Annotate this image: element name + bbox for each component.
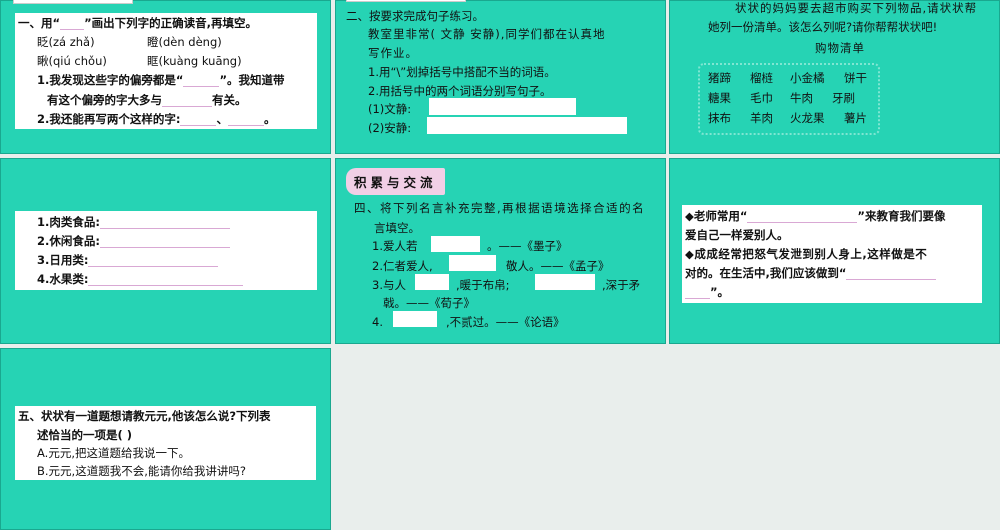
list-item: 牙刷 bbox=[832, 91, 855, 105]
question-2: 2.用括号中的两个词语分别写句子。 bbox=[368, 84, 552, 98]
question-1: 1.用“\”划掉括号中搭配不当的词语。 bbox=[368, 65, 556, 79]
slide-1[interactable]: 一、用“ ”画出下列字的正确读音,再填空。 眨(zá zhǎ) 瞪(dèn dèn… bbox=[0, 0, 331, 154]
quote-1-field[interactable] bbox=[431, 236, 480, 252]
quote-3-field-b[interactable] bbox=[535, 274, 595, 290]
list-item: 糖果 bbox=[708, 91, 731, 105]
item-2-cont: 对的。在生活中,我们应该做到“ bbox=[685, 266, 937, 280]
list-title: 购物清单 bbox=[815, 41, 865, 55]
list-item: 饼干 bbox=[844, 71, 867, 85]
item-2-end: ”。 bbox=[685, 285, 729, 299]
quote-3-end: ,深于矛 bbox=[602, 278, 641, 292]
answer-box: 1.肉类食品: 2.休闲食品: 3.日用类: 4.水果类: bbox=[15, 211, 317, 290]
category-3: 3.日用类: bbox=[37, 253, 219, 267]
quote-4: 4. bbox=[372, 315, 383, 329]
slide-2[interactable]: 二、按要求完成句子练习。 教室里非常( 文静 安静),同学们都在认真地 写作业。… bbox=[335, 0, 666, 154]
list-item: 羊肉 bbox=[750, 111, 773, 125]
item-2: ◆成成经常把怒气发泄到别人身上,这样做是不 bbox=[685, 247, 928, 261]
char-item: 眶(kuàng kuāng) bbox=[147, 54, 242, 68]
char-item: 眨(zá zhǎ) bbox=[37, 35, 95, 49]
answer-label-2: (2)安静: bbox=[368, 121, 412, 135]
option-a[interactable]: A.元元,把这道题给我说一下。 bbox=[37, 446, 190, 460]
quote-2-field[interactable] bbox=[449, 255, 496, 271]
sentence: 教室里非常( 文静 安静),同学们都在认真地 bbox=[368, 27, 606, 41]
quote-3: 3.与人 bbox=[372, 278, 406, 292]
quote-3-source: 戟。——《荀子》 bbox=[383, 296, 475, 310]
sentence-cont: 写作业。 bbox=[368, 46, 418, 60]
quote-1: 1.爱人若 bbox=[372, 239, 418, 253]
header-tab bbox=[13, 0, 133, 4]
header-tab bbox=[346, 0, 466, 2]
answer-label-1: (1)文静: bbox=[368, 102, 412, 116]
quote-3-field-a[interactable] bbox=[415, 274, 449, 290]
char-item: 瞅(qiú chǒu) bbox=[37, 54, 107, 68]
question-title: 四、将下列名言补充完整,再根据语境选择合适的名 bbox=[354, 201, 646, 215]
list-item: 抹布 bbox=[708, 111, 731, 125]
question-1-cont: 有这个偏旁的字大多与 有关。 bbox=[47, 93, 247, 107]
list-item: 猪蹄 bbox=[708, 71, 731, 85]
section-tag: 积累与交流 bbox=[346, 168, 445, 195]
quote-2: 2.仁者爱人, bbox=[372, 259, 433, 273]
quote-3-mid: ,暖于布帛; bbox=[456, 278, 510, 292]
question-title: 一、用“ ”画出下列字的正确读音,再填空。 bbox=[18, 16, 257, 30]
quote-2-source: 敬人。——《孟子》 bbox=[506, 259, 610, 273]
question-1: 1.我发现这些字的偏旁都是“ ”。我知道带 bbox=[37, 73, 285, 87]
list-item: 毛巾 bbox=[750, 91, 773, 105]
answer-field-2[interactable] bbox=[427, 117, 627, 134]
application-box: ◆老师常用“ ”来教育我们要像 爱自己一样爱别人。 ◆成成经常把怒气发泄到别人身上… bbox=[682, 205, 982, 303]
quote-1-source: 。——《墨子》 bbox=[487, 239, 568, 253]
char-item: 瞪(dèn dèng) bbox=[147, 35, 222, 49]
answer-field-1[interactable] bbox=[429, 98, 576, 115]
question-title-cont: 述恰当的一项是( ) bbox=[37, 428, 133, 442]
question-title: 五、状状有一道题想请教元元,他该怎么说?下列表 bbox=[18, 409, 271, 423]
question-box: 五、状状有一道题想请教元元,他该怎么说?下列表 述恰当的一项是( ) A.元元,… bbox=[15, 406, 316, 480]
slide-7[interactable]: 五、状状有一道题想请教元元,他该怎么说?下列表 述恰当的一项是( ) A.元元,… bbox=[0, 348, 331, 530]
intro-text-cont: 她列一份清单。该怎么列呢?请你帮帮状状吧! bbox=[708, 20, 938, 34]
option-b[interactable]: B.元元,这道题我不会,能请你给我讲讲吗? bbox=[37, 464, 246, 478]
list-item: 牛肉 bbox=[790, 91, 813, 105]
item-1: ◆老师常用“ ”来教育我们要像 bbox=[685, 209, 946, 223]
question-2: 2.我还能再写两个这样的字:、。 bbox=[37, 112, 276, 126]
list-item: 榴梿 bbox=[750, 71, 773, 85]
list-item: 薯片 bbox=[844, 111, 867, 125]
question-title-cont: 言填空。 bbox=[374, 221, 420, 235]
slide-5[interactable]: 积累与交流 四、将下列名言补充完整,再根据语境选择合适的名 言填空。 1.爱人若… bbox=[335, 158, 666, 344]
slide-6[interactable]: ◆老师常用“ ”来教育我们要像 爱自己一样爱别人。 ◆成成经常把怒气发泄到别人身上… bbox=[669, 158, 1000, 344]
question-box: 一、用“ ”画出下列字的正确读音,再填空。 眨(zá zhǎ) 瞪(dèn dèn… bbox=[15, 13, 317, 129]
slide-3[interactable]: 状状的妈妈要去超市购买下列物品,请状状帮 她列一份清单。该怎么列呢?请你帮帮状状… bbox=[669, 0, 1000, 154]
category-4: 4.水果类: bbox=[37, 272, 244, 286]
intro-text: 状状的妈妈要去超市购买下列物品,请状状帮 bbox=[735, 1, 978, 15]
category-2: 2.休闲食品: bbox=[37, 234, 230, 248]
slide-4[interactable]: 1.肉类食品: 2.休闲食品: 3.日用类: 4.水果类: bbox=[0, 158, 331, 344]
item-1-cont: 爱自己一样爱别人。 bbox=[685, 228, 789, 242]
quote-4-source: ,不贰过。——《论语》 bbox=[446, 315, 565, 329]
question-title: 二、按要求完成句子练习。 bbox=[346, 9, 484, 23]
quote-4-field[interactable] bbox=[393, 311, 437, 327]
list-item: 火龙果 bbox=[790, 111, 825, 125]
list-item: 小金橘 bbox=[790, 71, 825, 85]
category-1: 1.肉类食品: bbox=[37, 215, 230, 229]
